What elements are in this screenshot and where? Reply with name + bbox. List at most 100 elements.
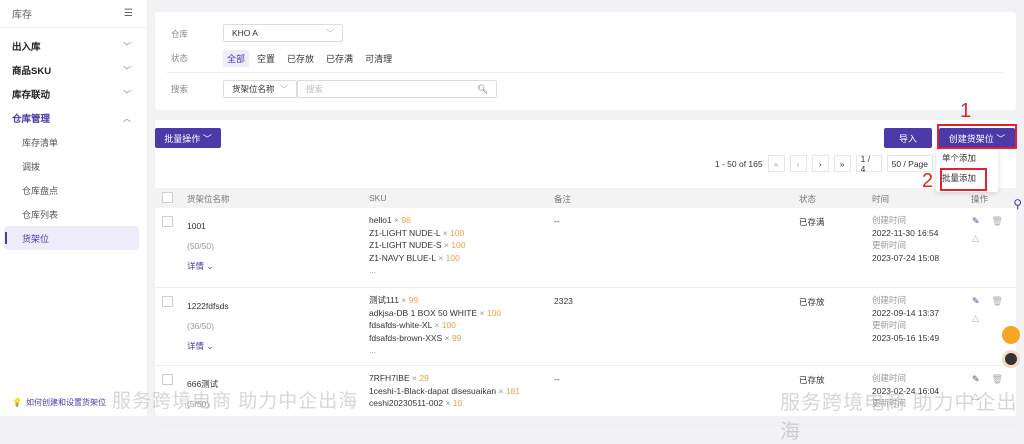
chevron-down-icon: ﹀ [326,28,334,38]
sku-more: ... [369,345,377,355]
sidebar-sub-warehouse-list[interactable]: 仓库列表 [0,202,147,226]
chevron-down-icon: ﹀ [123,65,131,75]
delete-icon[interactable]: 🗑︎ [992,216,1003,227]
first-page-button[interactable]: « [767,155,785,172]
table-row: 1001 (50/50) 详情 ⌄ hello1 × 96 Z1-LIGHT NU… [155,208,1016,288]
col-header-status: 状态 [799,194,817,204]
status-filter: 全部 空置 已存放 已存满 可清理 [223,50,396,67]
sku-qty: 100 [445,252,460,263]
times-icon: × [443,240,449,250]
clear-icon[interactable]: △ [972,233,979,244]
sku-name: 1ceshi-1-Black-dapat disesuaikan [369,385,497,396]
warehouse-select[interactable]: KHO A ﹀ [223,24,343,42]
col-header-name: 货架位名称 [187,194,230,204]
search-field-select[interactable]: 货架位名称 ﹀ [223,80,297,98]
status-option-stored[interactable]: 已存放 [283,50,318,67]
edit-icon[interactable]: ✎ [972,374,980,385]
clear-icon[interactable]: △ [972,391,979,402]
sidebar-item-label: 库存联动 [12,90,51,101]
created-time: 2022-11-30 16:54 [872,227,939,238]
sku-name: adkjsa-DB 1 BOX 50 WHITE [369,307,478,318]
sku-name: ceshi20230511-002 [369,398,444,408]
sku-qty: 100 [441,320,456,330]
last-page-button[interactable]: » [833,155,851,172]
created-label: 创建时间 [872,373,907,383]
created-time: 2023-02-24 16:04 [872,385,940,396]
col-header-sku: SKU [369,193,387,203]
sku-item: hello1 × 96 [369,214,465,227]
sku-name: Z1-NAVY BLUE-L [369,252,436,263]
status-option-all[interactable]: 全部 [223,50,250,67]
row-checkbox[interactable] [162,374,173,385]
status-text: 已存满 [799,217,825,227]
sidebar-sub-shelf[interactable]: 货架位 [4,226,139,250]
created-time: 2022-09-14 13:37 [872,307,940,318]
annotation-box-bulk-add [940,168,987,191]
detail-toggle[interactable]: 详情 ⌄ [187,336,229,356]
sidebar-item-inout[interactable]: 出入库 ﹀ [0,34,147,58]
sidebar-item-linkage[interactable]: 库存联动 ﹀ [0,82,147,106]
chevron-down-icon: ⌄ [206,261,214,271]
edit-icon[interactable]: ✎ [972,216,980,227]
search-icon[interactable]: ⚲ [1013,197,1022,211]
times-icon: × [434,320,440,330]
bulk-actions-button[interactable]: 批量操作 ﹀ [155,128,221,148]
status-option-clearable[interactable]: 可清理 [361,50,396,67]
created-label: 创建时间 [872,215,907,225]
detail-toggle[interactable]: 详情 ⌄ [187,256,214,276]
shelf-capacity: (5/50) [187,399,210,409]
prev-page-button[interactable]: ‹ [789,155,807,172]
updated-label: 更新时间 [872,240,907,250]
help-link[interactable]: 💡 如何创建和设置货架位 [12,397,106,408]
shelf-capacity: (50/50) [187,241,214,251]
sku-item: adkjsa-DB 1 BOX 50 WHITE × 100 [369,307,501,320]
created-label: 创建时间 [872,295,907,305]
edit-icon[interactable]: ✎ [972,296,980,307]
note: -- [554,216,560,226]
sku-name: 7RFH7IBE [369,373,410,383]
status-text: 已存放 [799,375,825,385]
clear-icon[interactable]: △ [972,313,979,324]
divider [167,72,1004,73]
sidebar-item-sku[interactable]: 商品SKU ﹀ [0,58,147,82]
chevron-up-icon: ︿ [123,113,131,123]
times-icon: × [401,295,407,305]
search-input[interactable]: 搜索 🔍︎ [297,80,497,98]
shelf-name: 666测试 [187,379,219,389]
chat-widget-button[interactable] [1002,326,1020,344]
menu-item-single-add[interactable]: 单个添加 [936,148,998,168]
note: -- [554,374,560,384]
chevron-down-icon: ﹀ [123,89,131,99]
delete-icon[interactable]: 🗑︎ [992,296,1003,307]
sidebar-header: 库存 ☰ [0,0,147,28]
sidebar-sub-transfer[interactable]: 调拨 [0,154,147,178]
row-checkbox[interactable] [162,296,173,307]
search-placeholder: 搜索 [306,84,324,94]
next-page-button[interactable]: › [811,155,829,172]
status-option-empty[interactable]: 空置 [253,50,279,67]
status-text: 已存放 [799,297,825,307]
sku-name: fdsafds-brown-XXS [369,332,443,343]
sku-qty: 99 [451,332,462,343]
updated-label: 更新时间 [872,320,907,330]
sku-qty: 29 [419,373,429,383]
sidebar-sub-inventory-list[interactable]: 库存清单 [0,130,147,154]
delete-icon[interactable]: 🗑︎ [992,374,1003,385]
note: 2323 [554,296,573,306]
bulk-actions-label: 批量操作 [164,133,201,144]
page-input[interactable]: 1 / 4 [855,154,882,174]
warehouse-value: KHO A [232,28,258,38]
sku-item: 1ceshi-1-Black-dapat disesuaikan × 181 [369,385,520,398]
sidebar-sub-stocktake[interactable]: 仓库盘点 [0,178,147,202]
search-icon[interactable]: 🔍︎ [477,84,488,95]
status-option-full[interactable]: 已存满 [322,50,357,67]
collapse-menu-icon[interactable]: ☰ [124,8,133,19]
select-all-checkbox[interactable] [162,192,173,203]
support-avatar[interactable] [1002,350,1020,368]
row-checkbox[interactable] [162,216,173,227]
table-panel: 批量操作 ﹀ 导入 创建货架位 ﹀ 1 - 50 of 165 « ‹ › » … [155,120,1016,426]
sidebar-item-warehouse-mgmt[interactable]: 仓库管理 ︿ [0,106,147,130]
import-button[interactable]: 导入 [884,128,932,148]
sku-name: Z1-LIGHT NUDE-S [369,240,442,250]
sku-name: fdsafds-white-XL [369,320,432,330]
